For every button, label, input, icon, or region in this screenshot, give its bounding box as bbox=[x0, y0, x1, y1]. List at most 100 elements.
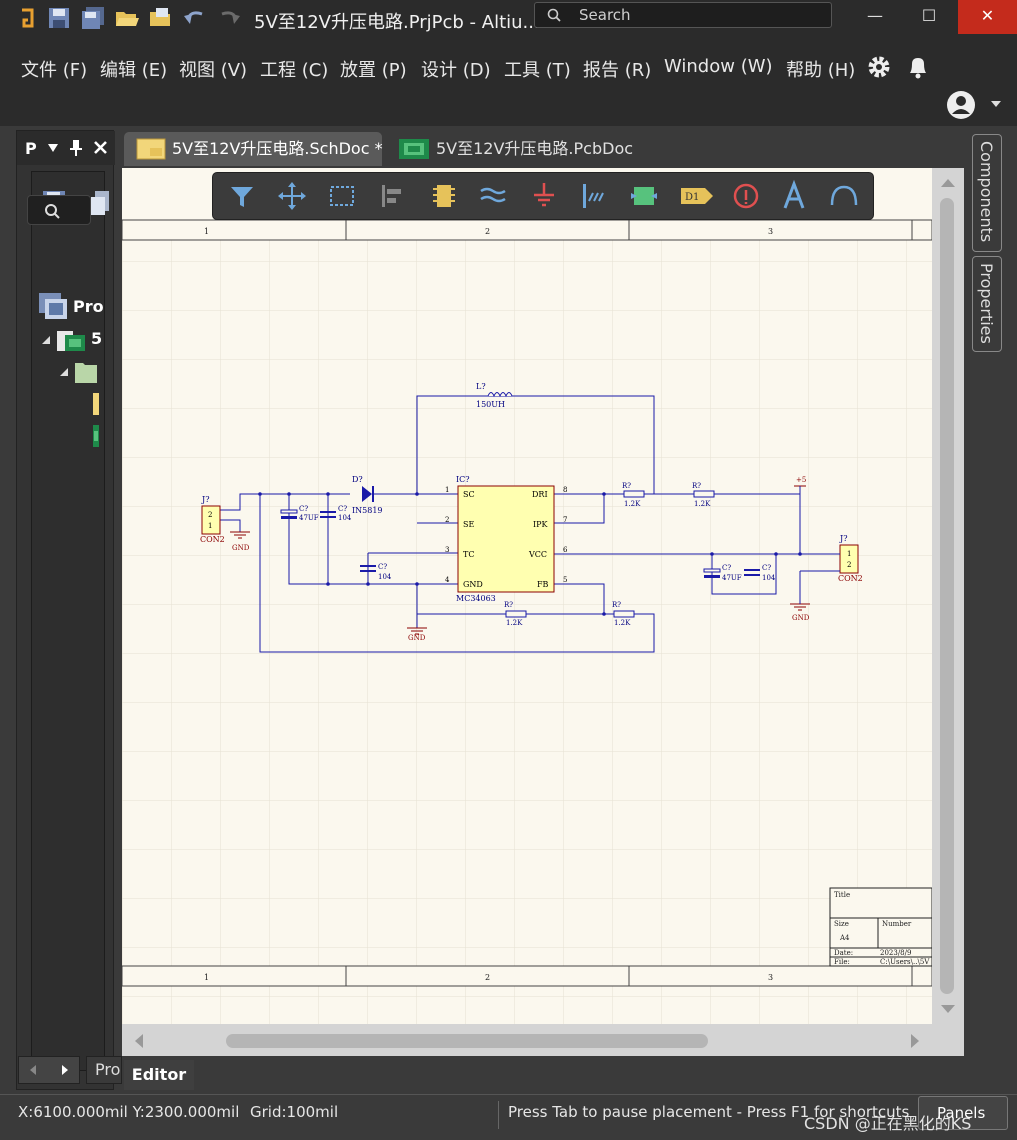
title-block: Title Size A4 Number Date: 2023/8/9 File… bbox=[829, 887, 932, 967]
folder-icon bbox=[75, 363, 97, 383]
window-title: 5V至12V升压电路.PrjPcb - Altiu... bbox=[254, 12, 540, 33]
capacitor-ref: C? bbox=[762, 564, 771, 572]
save-icon[interactable] bbox=[46, 6, 72, 30]
connector-pin: 2 bbox=[847, 561, 851, 569]
text-icon[interactable] bbox=[777, 179, 811, 213]
connector-pin: 1 bbox=[847, 550, 851, 558]
align-icon[interactable] bbox=[375, 179, 409, 213]
titleblock-size-label: Size bbox=[834, 920, 849, 928]
copy-icon[interactable] bbox=[89, 189, 109, 217]
tab-properties[interactable]: Properties bbox=[972, 256, 1002, 352]
bell-icon[interactable] bbox=[906, 54, 930, 80]
tree-expand-icon[interactable] bbox=[41, 335, 51, 345]
ground-power-icon[interactable] bbox=[527, 179, 561, 213]
tab-schdoc[interactable]: 5V至12V升压电路.SchDoc * bbox=[124, 132, 383, 166]
ic-part: MC34063 bbox=[456, 594, 496, 603]
arc-icon[interactable] bbox=[827, 179, 861, 213]
tab-pcbdoc[interactable]: 5V至12V升压电路.PcbDoc bbox=[390, 132, 650, 166]
filter-icon[interactable] bbox=[225, 179, 259, 213]
zone-label: 1 bbox=[204, 227, 209, 236]
bus-entry-icon[interactable] bbox=[577, 179, 611, 213]
search-placeholder: Search bbox=[579, 6, 631, 24]
ic-ref: IC? bbox=[456, 475, 470, 484]
maximize-button[interactable]: ☐ bbox=[902, 0, 956, 34]
titleblock-date-value: 2023/8/9 bbox=[880, 949, 911, 957]
active-bar: D1 bbox=[212, 172, 874, 220]
user-avatar-icon[interactable] bbox=[946, 90, 976, 120]
menu-help[interactable]: 帮助 (H) bbox=[786, 56, 855, 82]
ic-pin-name: SC bbox=[463, 490, 475, 499]
panel-menu-icon[interactable] bbox=[47, 143, 59, 153]
tab-properties-label: Properties bbox=[977, 263, 996, 344]
ic-pin-number: 4 bbox=[445, 576, 450, 584]
projects-tab[interactable]: Pro bbox=[86, 1056, 122, 1084]
menu-place[interactable]: 放置 (P) bbox=[340, 56, 407, 82]
redo-icon[interactable] bbox=[216, 6, 242, 30]
open-folder-icon[interactable] bbox=[114, 6, 140, 30]
menu-project[interactable]: 工程 (C) bbox=[260, 56, 328, 82]
undo-icon[interactable] bbox=[182, 6, 208, 30]
tree-expand-icon[interactable] bbox=[59, 367, 69, 377]
open-project-icon[interactable] bbox=[148, 6, 174, 30]
menu-reports[interactable]: 报告 (R) bbox=[583, 56, 651, 82]
editor-tab[interactable]: Editor bbox=[124, 1060, 194, 1090]
schematic-canvas[interactable]: 1 2 3 1 2 3 IC? MC34063 SC SE TC GND DRI… bbox=[122, 168, 932, 1024]
close-button[interactable]: ✕ bbox=[958, 0, 1017, 34]
cursor-coordinates: X:6100.000mil Y:2300.000mil bbox=[18, 1103, 240, 1121]
resistor-value: 1.2K bbox=[624, 500, 641, 508]
menu-design[interactable]: 设计 (D) bbox=[421, 56, 491, 82]
ic-pin-number: 6 bbox=[563, 546, 568, 554]
sheet-symbol-icon[interactable] bbox=[627, 179, 661, 213]
user-bar bbox=[0, 86, 1017, 126]
inductor-value: 150UH bbox=[476, 400, 505, 409]
menu-tools[interactable]: 工具 (T) bbox=[504, 56, 571, 82]
menu-window[interactable]: Window (W) bbox=[664, 56, 773, 77]
place-part-icon[interactable] bbox=[427, 179, 461, 213]
panel-header: P bbox=[17, 131, 115, 165]
gear-icon[interactable] bbox=[866, 54, 892, 80]
tab-components[interactable]: Components bbox=[972, 134, 1002, 252]
wire-icon[interactable] bbox=[477, 179, 511, 213]
select-icon[interactable] bbox=[325, 179, 359, 213]
minimize-button[interactable]: — bbox=[848, 0, 902, 34]
scroll-right-icon[interactable] bbox=[910, 1033, 920, 1049]
pcbdoc-file-icon[interactable] bbox=[93, 425, 99, 447]
search-box[interactable]: Search bbox=[534, 2, 832, 28]
pin-icon[interactable] bbox=[69, 139, 83, 157]
altium-logo-icon[interactable] bbox=[14, 6, 40, 30]
scroll-up-icon[interactable] bbox=[940, 178, 956, 188]
directive-icon[interactable] bbox=[729, 179, 763, 213]
ic-pin-name: FB bbox=[537, 580, 549, 589]
chevron-down-icon[interactable] bbox=[990, 100, 1002, 108]
ic-mc34063[interactable]: IC? MC34063 SC SE TC GND DRI IPK VCC FB … bbox=[445, 475, 568, 603]
scroll-left-icon[interactable] bbox=[134, 1033, 144, 1049]
chevron-left-icon[interactable] bbox=[27, 1064, 39, 1076]
titleblock-file-label: File: bbox=[834, 958, 850, 966]
zone-label: 1 bbox=[204, 973, 209, 982]
chevron-right-icon[interactable] bbox=[59, 1064, 71, 1076]
inductor-ref: L? bbox=[476, 382, 486, 391]
panel-search-input[interactable] bbox=[27, 195, 91, 225]
horizontal-scroll-thumb[interactable] bbox=[226, 1034, 708, 1048]
tab-components-label: Components bbox=[977, 141, 996, 243]
tab-pcbdoc-label: 5V至12V升压电路.PcbDoc bbox=[436, 139, 634, 158]
connector-value: CON2 bbox=[838, 574, 863, 583]
save-all-icon[interactable] bbox=[80, 6, 106, 30]
menu-edit[interactable]: 编辑 (E) bbox=[100, 56, 167, 82]
connector-pin: 1 bbox=[208, 522, 212, 530]
schdoc-file-icon[interactable] bbox=[93, 393, 99, 415]
move-icon[interactable] bbox=[275, 179, 309, 213]
ic-pin-number: 8 bbox=[563, 486, 567, 494]
capacitor-ref: C? bbox=[722, 564, 731, 572]
resistor-value: 1.2K bbox=[506, 619, 523, 627]
port-icon[interactable]: D1 bbox=[677, 179, 717, 213]
tree-project-label[interactable]: 5 bbox=[91, 329, 102, 348]
scroll-down-icon[interactable] bbox=[940, 1004, 956, 1014]
menu-view[interactable]: 视图 (V) bbox=[179, 56, 247, 82]
close-icon[interactable] bbox=[93, 140, 108, 155]
vertical-scroll-thumb[interactable] bbox=[940, 198, 954, 994]
ic-pin-name: DRI bbox=[532, 490, 548, 499]
capacitor-value: 104 bbox=[378, 573, 392, 581]
tree-root-label[interactable]: Pro bbox=[73, 297, 104, 316]
menu-file[interactable]: 文件 (F) bbox=[21, 56, 87, 82]
